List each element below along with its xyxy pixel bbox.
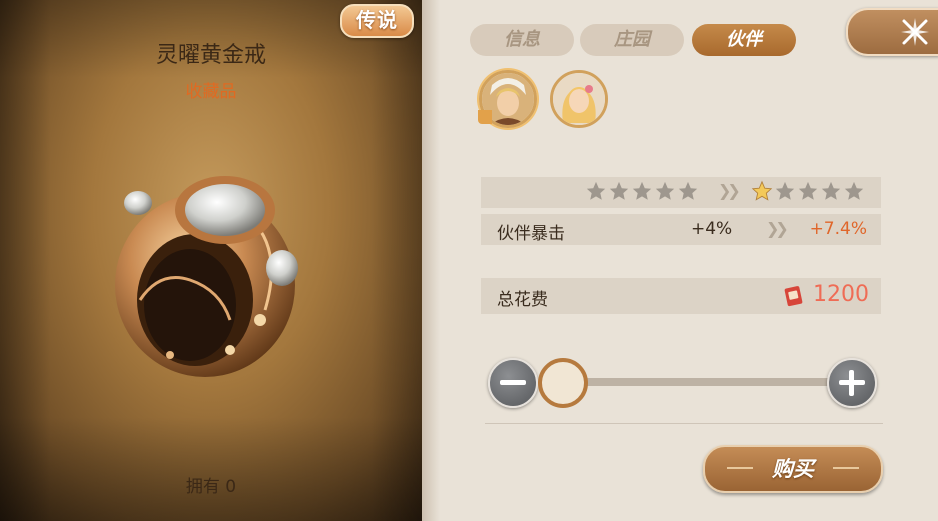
double-arrow-icon: ❯❯ [718,181,741,200]
star-upgrade-row: ❯❯ [481,177,881,208]
owned-count: 拥有 0 [185,477,237,497]
increase-button[interactable] [827,358,877,408]
female-partner-portrait [553,73,605,125]
partner-avatar-2[interactable] [550,70,608,128]
plus-icon-vertical [849,370,854,396]
coupon-icon [784,286,803,307]
button-ornament [833,467,859,469]
star-empty-icon [678,181,698,200]
close-button[interactable] [846,8,938,56]
rarity-badge: 传说 [340,4,414,38]
quantity-slider-thumb[interactable] [538,358,588,408]
cost-label: 总花费 [497,290,548,310]
stat-label: 伙伴暴击 [497,224,565,244]
star-empty-icon [655,181,675,200]
stat-next-value: +7.4% [809,219,867,239]
panel-shade [422,0,440,521]
stat-row: 伙伴暴击 +4% ❯❯ +7.4% [481,214,881,245]
tab-info[interactable]: 信息 [470,24,574,56]
item-preview-panel: 传说 灵曜黄金戒 收藏品 拥有 0 [0,0,422,521]
star-empty-icon [798,181,818,200]
star-empty-icon [844,181,864,200]
tab-partner[interactable]: 伙伴 [692,24,796,56]
gold-ring-image [115,176,298,377]
close-icon [901,18,929,46]
minus-icon [500,380,526,385]
stat-current-value: +4% [691,219,733,239]
divider [485,423,883,424]
star-empty-icon [821,181,841,200]
buy-button[interactable]: 购买 [703,445,883,493]
star-empty-icon [775,181,795,200]
tab-manor[interactable]: 庄园 [580,24,684,56]
buy-button-label: 购买 [772,456,814,481]
star-filled-icon [751,180,773,201]
decrease-button[interactable] [488,358,538,408]
item-category: 收藏品 [185,82,237,102]
cost-value: 1200 [813,282,869,307]
quantity-slider-track[interactable] [555,378,835,386]
star-empty-icon [586,181,606,200]
item-name: 灵曜黄金戒 [155,43,266,68]
total-cost-row: 总花费 1200 [481,278,881,314]
selected-marker [478,110,492,124]
double-arrow-icon: ❯❯ [766,219,789,238]
star-empty-icon [609,181,629,200]
star-empty-icon [632,181,652,200]
button-ornament [727,467,753,469]
